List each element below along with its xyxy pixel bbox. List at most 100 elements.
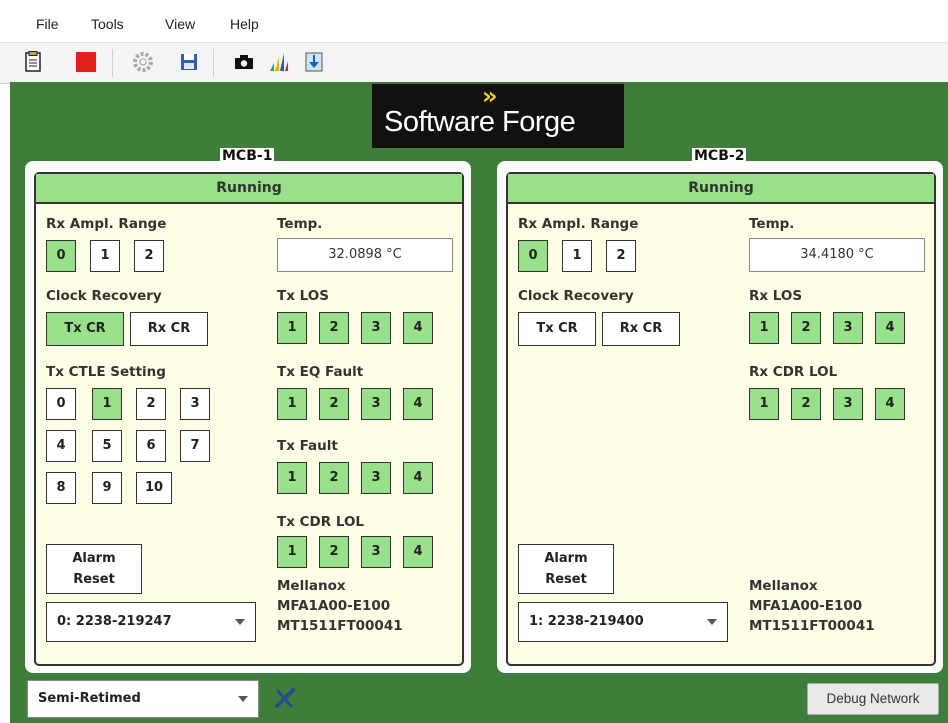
tx-cdr-lol-indicator-3: 3	[361, 536, 391, 568]
rx-ampl-button-1[interactable]: 1	[90, 240, 120, 272]
rx-cdr-lol-indicator-4: 4	[875, 388, 905, 420]
rx-ampl-button-0[interactable]: 0	[46, 240, 76, 272]
alarm-reset-button[interactable]: Alarm Reset	[518, 544, 614, 594]
ctle-button-10[interactable]: 10	[136, 472, 172, 504]
rx-cdr-lol-label: Rx CDR LOL	[749, 364, 838, 380]
settings-icon[interactable]	[132, 51, 154, 73]
mode-select-value: Semi-Retimed	[38, 691, 141, 706]
tx-fault-indicator-2: 2	[319, 462, 349, 494]
ctle-button-0[interactable]: 0	[46, 388, 76, 420]
toolbar-separator	[213, 49, 214, 77]
chart-icon[interactable]	[268, 51, 290, 73]
tx-fault-indicator-1: 1	[277, 462, 307, 494]
mode-select[interactable]: Semi-Retimed	[27, 680, 259, 718]
ctle-button-9[interactable]: 9	[92, 472, 122, 504]
camera-icon[interactable]	[233, 51, 255, 73]
rx-ampl-button-2[interactable]: 2	[134, 240, 164, 272]
tx-ctle-setting-label: Tx CTLE Setting	[46, 364, 166, 380]
ctle-button-4[interactable]: 4	[46, 430, 76, 462]
device-select[interactable]: 1: 2238-219400	[518, 602, 728, 642]
ctle-button-2[interactable]: 2	[136, 388, 166, 420]
mcb-1-panel: MCB-1 Running Rx Ampl. Range 0 1 2 Clock…	[25, 148, 471, 673]
save-icon[interactable]	[178, 51, 200, 73]
alarm-reset-line-2: Reset	[545, 572, 587, 587]
tx-los-label: Tx LOS	[277, 288, 329, 304]
serial-number: MT1511FT00041	[749, 618, 875, 634]
alarm-reset-line-1: Alarm	[72, 551, 116, 566]
rx-ampl-range-label: Rx Ampl. Range	[518, 216, 639, 232]
dropdown-arrow-icon	[707, 619, 717, 625]
tx-eq-fault-indicator-3: 3	[361, 388, 391, 420]
alarm-reset-line-2: Reset	[73, 572, 115, 587]
device-select[interactable]: 0: 2238-219247	[46, 602, 256, 642]
rx-ampl-button-2[interactable]: 2	[606, 240, 636, 272]
rx-los-indicator-3: 3	[833, 312, 863, 344]
rx-cr-button[interactable]: Rx CR	[602, 312, 680, 346]
tx-cdr-lol-indicator-1: 1	[277, 536, 307, 568]
panel-title: MCB-2	[692, 148, 747, 164]
logo-text: Software Forge	[384, 106, 576, 138]
status-bar: Running	[36, 174, 462, 204]
dropdown-arrow-icon	[235, 619, 245, 625]
mcb-2-panel: MCB-2 Running Rx Ampl. Range 0 1 2 Clock…	[497, 148, 943, 673]
software-forge-logo: » Software Forge	[372, 82, 624, 148]
tx-cdr-lol-indicator-2: 2	[319, 536, 349, 568]
mcb-2-inner: Running Rx Ampl. Range 0 1 2 Clock Recov…	[506, 172, 936, 666]
menu-bar: File Tools View Help	[0, 0, 948, 42]
alarm-reset-button[interactable]: Alarm Reset	[46, 544, 142, 594]
menu-view[interactable]: View	[165, 16, 195, 32]
ctle-button-6[interactable]: 6	[136, 430, 166, 462]
vendor-name: Mellanox	[277, 578, 346, 594]
ctle-button-5[interactable]: 5	[92, 430, 122, 462]
serial-number: MT1511FT00041	[277, 618, 403, 634]
tx-fault-label: Tx Fault	[277, 438, 338, 454]
temp-label: Temp.	[749, 216, 795, 232]
dropdown-arrow-icon	[238, 696, 248, 702]
menu-help[interactable]: Help	[230, 16, 259, 32]
ctle-button-3[interactable]: 3	[180, 388, 210, 420]
temp-display: 32.0898 °C	[277, 238, 453, 272]
rx-los-indicator-2: 2	[791, 312, 821, 344]
download-icon[interactable]	[303, 51, 325, 73]
alarm-reset-line-1: Alarm	[544, 551, 588, 566]
mcb-1-inner: Running Rx Ampl. Range 0 1 2 Clock Recov…	[34, 172, 464, 666]
menu-file[interactable]: File	[36, 16, 59, 32]
tools-icon[interactable]	[274, 687, 296, 709]
menu-tools[interactable]: Tools	[91, 16, 124, 32]
ctle-button-7[interactable]: 7	[180, 430, 210, 462]
module-info: Mellanox MFA1A00-E100 MT1511FT00041	[277, 576, 403, 636]
tx-los-indicator-2: 2	[319, 312, 349, 344]
tx-fault-indicator-4: 4	[403, 462, 433, 494]
debug-network-button[interactable]: Debug Network	[807, 683, 939, 715]
rx-cdr-lol-indicator-2: 2	[791, 388, 821, 420]
stop-icon[interactable]	[75, 51, 97, 73]
rx-los-indicator-1: 1	[749, 312, 779, 344]
rx-ampl-button-0[interactable]: 0	[518, 240, 548, 272]
notepad-icon[interactable]	[22, 51, 44, 73]
rx-los-label: Rx LOS	[749, 288, 803, 304]
status-bar: Running	[508, 174, 934, 204]
part-number: MFA1A00-E100	[277, 598, 391, 614]
module-info: Mellanox MFA1A00-E100 MT1511FT00041	[749, 576, 875, 636]
tx-eq-fault-indicator-2: 2	[319, 388, 349, 420]
tx-cr-button[interactable]: Tx CR	[46, 312, 124, 346]
temp-label: Temp.	[277, 216, 323, 232]
tx-cdr-lol-indicator-4: 4	[403, 536, 433, 568]
tx-los-indicator-3: 3	[361, 312, 391, 344]
tx-eq-fault-indicator-1: 1	[277, 388, 307, 420]
tx-cr-button[interactable]: Tx CR	[518, 312, 596, 346]
toolbar	[0, 42, 948, 84]
rx-cr-button[interactable]: Rx CR	[130, 312, 208, 346]
tx-eq-fault-indicator-4: 4	[403, 388, 433, 420]
tx-los-indicator-4: 4	[403, 312, 433, 344]
ctle-button-1[interactable]: 1	[92, 388, 122, 420]
tx-fault-indicator-3: 3	[361, 462, 391, 494]
rx-ampl-range-label: Rx Ampl. Range	[46, 216, 167, 232]
tx-eq-fault-label: Tx EQ Fault	[277, 364, 364, 380]
rx-cdr-lol-indicator-1: 1	[749, 388, 779, 420]
panel-title: MCB-1	[220, 148, 275, 164]
part-number: MFA1A00-E100	[749, 598, 863, 614]
ctle-button-8[interactable]: 8	[46, 472, 76, 504]
device-select-value: 1: 2238-219400	[529, 614, 644, 629]
rx-ampl-button-1[interactable]: 1	[562, 240, 592, 272]
